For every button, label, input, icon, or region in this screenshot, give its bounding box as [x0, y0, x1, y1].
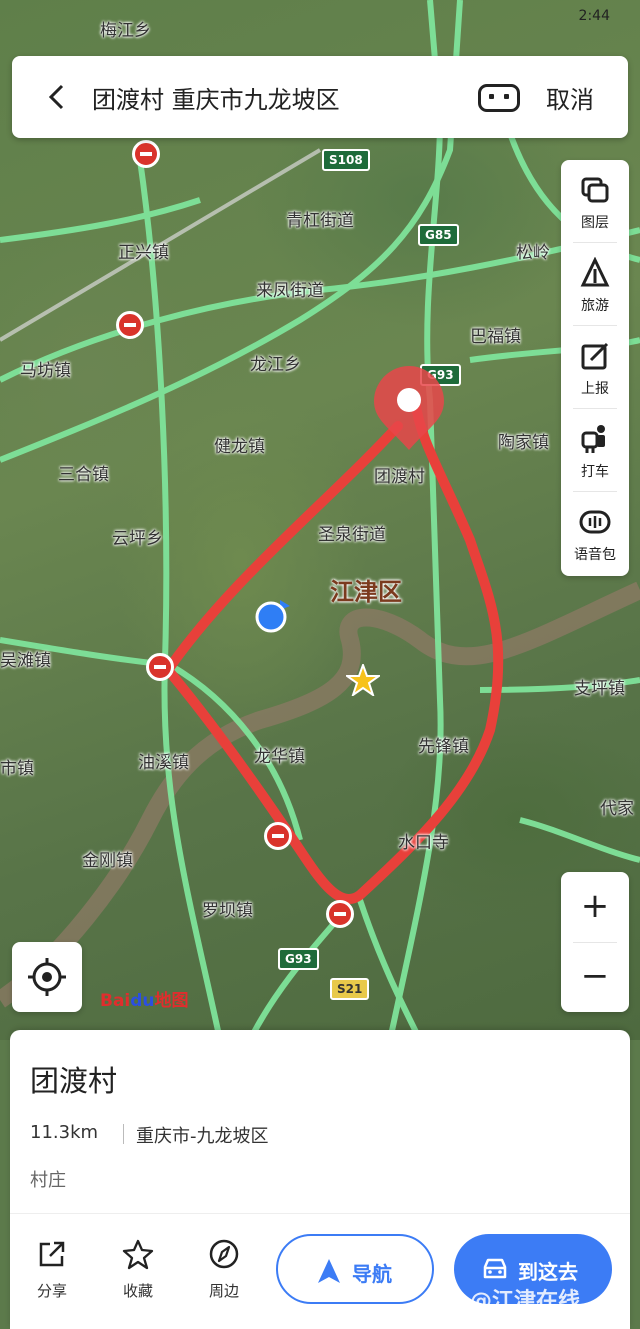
- toolbar-taxi-button[interactable]: 打车: [561, 409, 629, 491]
- place-label: 支坪镇: [574, 679, 625, 699]
- zoom-control: + −: [561, 872, 629, 1012]
- address-text: 重庆市-九龙坡区: [136, 1126, 269, 1147]
- district-center-star-icon: [346, 664, 380, 696]
- map-toolbar: 图层 旅游 上报 打车 语音包: [561, 160, 629, 576]
- place-label: 巴福镇: [470, 327, 521, 347]
- highway-shield: S108: [322, 149, 370, 171]
- voice-assistant-icon[interactable]: [478, 84, 520, 112]
- traffic-control-icon[interactable]: [264, 822, 292, 850]
- travel-icon: [580, 257, 610, 287]
- zoom-out-button[interactable]: −: [561, 942, 629, 1012]
- category-text: 村庄: [30, 1170, 66, 1191]
- place-label: 健龙镇: [214, 437, 265, 457]
- distance-text: 11.3km: [30, 1122, 99, 1143]
- baidu-map-logo: Baidu地图: [100, 986, 189, 1011]
- action-label: 收藏: [122, 1282, 153, 1300]
- current-location-icon: [255, 600, 290, 633]
- place-label: 团渡村: [374, 467, 425, 487]
- action-label: 周边: [208, 1282, 239, 1300]
- action-label: 分享: [36, 1282, 67, 1300]
- cancel-button[interactable]: 取消: [546, 80, 594, 115]
- traffic-control-icon[interactable]: [146, 653, 174, 681]
- search-query-text[interactable]: 团渡村 重庆市九龙坡区: [92, 80, 340, 115]
- taxi-icon: [581, 425, 605, 453]
- place-label: 圣泉街道: [318, 525, 386, 545]
- place-label: 市镇: [0, 759, 34, 779]
- layers-icon: [581, 177, 609, 203]
- highway-shield: G85: [418, 224, 459, 246]
- district-label: 江津区: [330, 578, 402, 606]
- toolbar-travel-button[interactable]: 旅游: [561, 243, 629, 325]
- status-time: 2:44: [578, 8, 610, 24]
- car-icon: [483, 1258, 507, 1279]
- logo-text: 地图: [154, 991, 189, 1011]
- nearby-button[interactable]: 周边: [194, 1238, 254, 1301]
- back-arrow-icon[interactable]: [42, 80, 76, 114]
- place-label: 正兴镇: [118, 243, 169, 263]
- place-label: 梅江乡: [100, 21, 151, 41]
- toolbar-label: 旅游: [581, 298, 609, 314]
- place-label: 罗坝镇: [202, 901, 253, 921]
- place-label: 金刚镇: [82, 851, 133, 871]
- traffic-control-icon[interactable]: [326, 900, 354, 928]
- status-bar: 2:44: [579, 8, 610, 24]
- share-button[interactable]: 分享: [22, 1238, 82, 1301]
- place-label: 油溪镇: [138, 753, 189, 773]
- watermark-text: @江津在线: [470, 1289, 581, 1314]
- toolbar-label: 语音包: [574, 547, 616, 563]
- logo-text: du: [130, 991, 155, 1011]
- search-bar: 团渡村 重庆市九龙坡区 取消: [12, 56, 628, 138]
- compass-icon: [209, 1239, 239, 1269]
- navigation-arrow-icon: [318, 1259, 340, 1283]
- logo-text: Bai: [100, 991, 131, 1011]
- report-icon: [581, 342, 609, 370]
- place-name: 团渡村: [30, 1064, 118, 1098]
- toolbar-label: 上报: [581, 381, 609, 397]
- voice-pack-icon: [579, 510, 611, 534]
- toolbar-voice-pack-button[interactable]: 语音包: [561, 492, 629, 574]
- toolbar-label: 打车: [581, 464, 609, 480]
- place-label: 松岭: [516, 243, 550, 263]
- place-label: 龙江乡: [250, 355, 301, 375]
- place-label: 马坊镇: [20, 361, 71, 381]
- destination-marker-icon[interactable]: [368, 362, 450, 454]
- go-here-label: 到这去: [518, 1260, 578, 1284]
- favorite-button[interactable]: 收藏: [108, 1238, 168, 1301]
- place-label: 陶家镇: [498, 433, 549, 453]
- locate-me-button[interactable]: [12, 942, 82, 1012]
- toolbar-label: 图层: [581, 215, 609, 231]
- star-icon: [122, 1239, 154, 1270]
- divider: [123, 1124, 124, 1144]
- crosshair-icon: [28, 958, 66, 996]
- place-label: 水口寺: [398, 833, 449, 853]
- highway-shield: G93: [278, 948, 319, 970]
- place-label: 云坪乡: [112, 529, 163, 549]
- share-icon: [39, 1241, 65, 1267]
- traffic-control-icon[interactable]: [116, 311, 144, 339]
- zoom-in-button[interactable]: +: [561, 872, 629, 942]
- navigate-label: 导航: [352, 1262, 392, 1286]
- toolbar-layers-button[interactable]: 图层: [561, 160, 629, 242]
- place-label: 代家: [600, 799, 634, 819]
- place-label: 三合镇: [58, 465, 109, 485]
- place-label: 龙华镇: [254, 747, 305, 767]
- place-label: 来凤街道: [256, 281, 324, 301]
- place-label: 青杠街道: [286, 211, 354, 231]
- highway-shield: S21: [330, 978, 370, 1000]
- traffic-control-icon[interactable]: [132, 140, 160, 168]
- place-label: 吴滩镇: [0, 651, 51, 671]
- divider: [10, 1213, 630, 1214]
- toolbar-report-button[interactable]: 上报: [561, 326, 629, 408]
- place-label: 先锋镇: [418, 737, 469, 757]
- navigate-button[interactable]: 导航: [276, 1234, 434, 1304]
- map-canvas[interactable]: 梅江乡 马坊镇 正兴镇 来凤街道 青杠街道 龙江乡 巴福镇 三合镇 健龙镇 陶家…: [0, 0, 640, 1040]
